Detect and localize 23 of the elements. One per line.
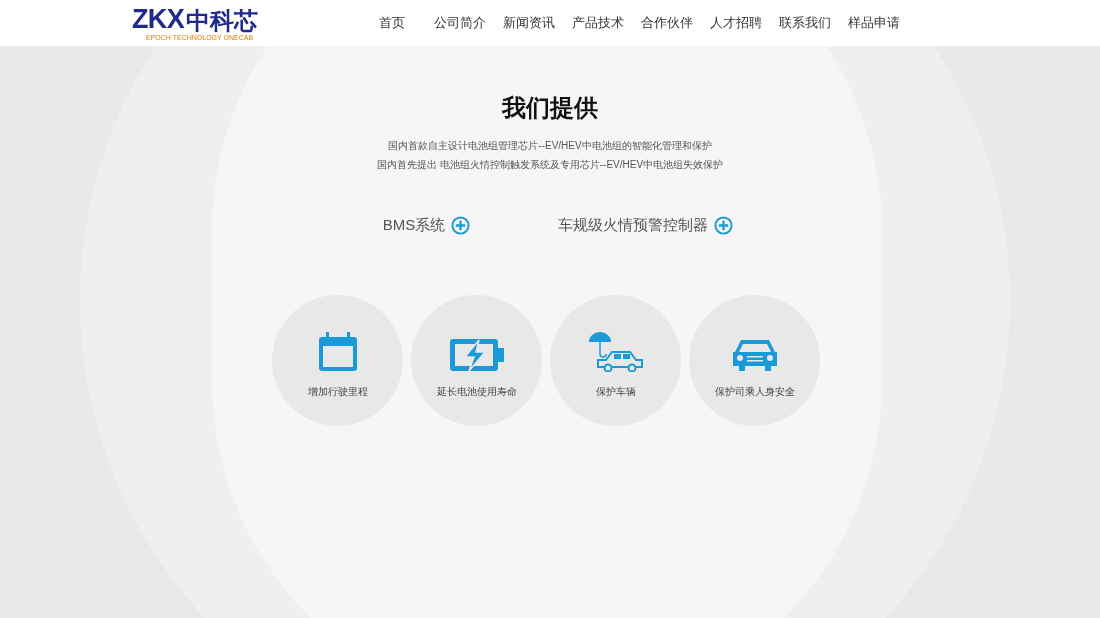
nav-link[interactable]: 人才招聘 bbox=[710, 13, 762, 33]
feature-label: 保护车辆 bbox=[595, 384, 636, 399]
nav-link[interactable]: 产品技术 bbox=[572, 13, 624, 33]
feature-label: 保护司乘人身安全 bbox=[714, 384, 795, 399]
nav-link[interactable]: 合作伙伴 bbox=[641, 13, 693, 33]
battery-charging-icon bbox=[448, 337, 505, 372]
description-line: 国内首先提出 电池组火情控制触发系统及专用芯片--EV/HEV中电池组失效保护 bbox=[376, 158, 724, 172]
plus-icon bbox=[714, 215, 734, 235]
description-line: 国内首款自主设计电池组管理芯片--EV/HEV中电池组的智能化管理和保护 bbox=[388, 139, 712, 153]
feature-label: 延长电池使用寿命 bbox=[436, 384, 517, 399]
nav-link[interactable]: 联系我们 bbox=[779, 13, 831, 33]
plus-icon bbox=[451, 215, 471, 235]
umbrella-car-icon bbox=[587, 329, 644, 372]
nav-link[interactable]: 首页 bbox=[379, 13, 405, 33]
section-title: 我们提供 bbox=[502, 93, 598, 123]
nav-link[interactable]: 公司简介 bbox=[434, 13, 486, 33]
nav-link[interactable]: 新闻资讯 bbox=[503, 13, 555, 33]
car-icon bbox=[730, 337, 779, 372]
calendar-icon bbox=[317, 331, 358, 372]
nav-link[interactable]: 样品申请 bbox=[848, 13, 900, 33]
product-link[interactable]: BMS系统 bbox=[382, 214, 471, 237]
feature-label: 增加行驶里程 bbox=[307, 384, 368, 399]
product-link[interactable]: 车规级火情预警控制器 bbox=[558, 214, 734, 237]
